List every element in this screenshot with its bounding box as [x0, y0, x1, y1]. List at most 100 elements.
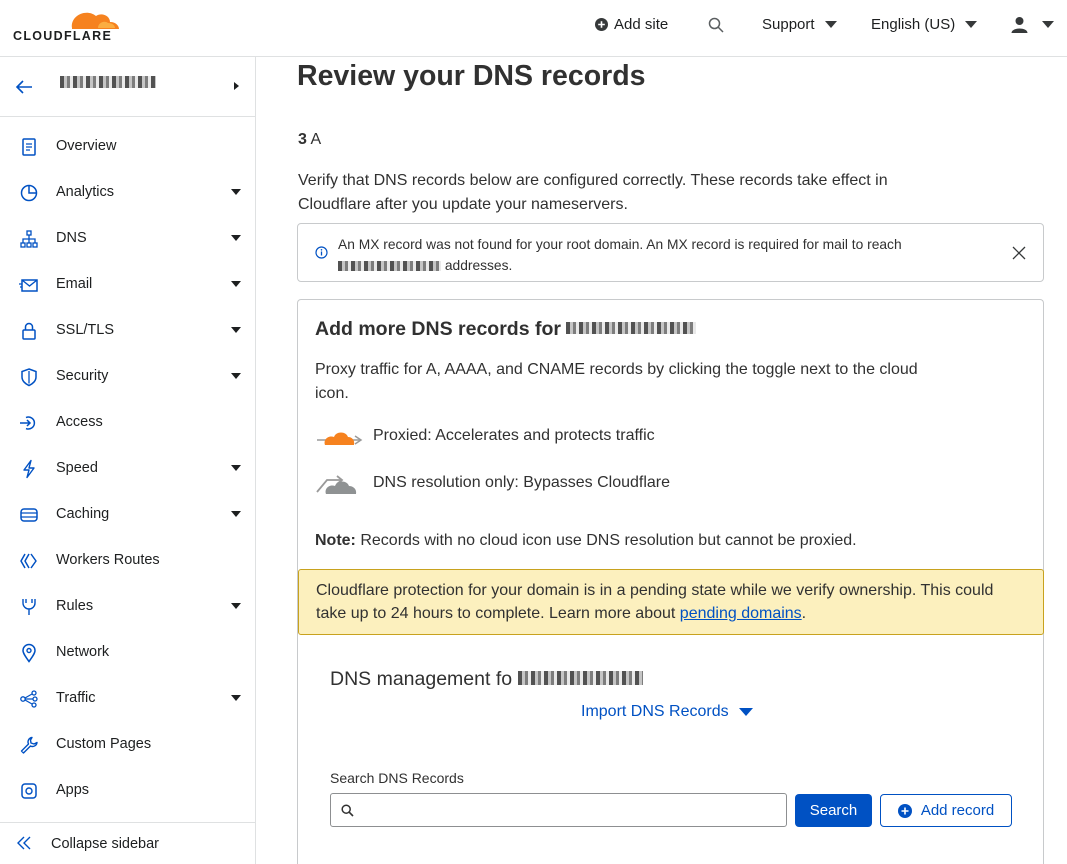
support-label: Support: [762, 16, 815, 33]
apps-icon: [21, 783, 37, 799]
warning-message: Cloudflare protection for your domain is…: [316, 582, 994, 622]
domain-redacted: [517, 671, 643, 685]
plus-circle-icon: [897, 803, 912, 818]
sidebar-item-workers-routes[interactable]: Workers Routes: [0, 540, 255, 580]
sidebar-item-label: Rules: [56, 598, 94, 614]
sidebar-item-custom-pages[interactable]: Custom Pages: [0, 724, 255, 764]
sidebar-item-label: Security: [56, 368, 109, 384]
location-pin-icon: [22, 643, 36, 663]
chevron-down-icon: [231, 327, 241, 333]
chevron-down-icon: [231, 603, 241, 609]
chevron-down-icon: [231, 373, 241, 379]
add-record-label: Add record: [920, 802, 995, 819]
arrow-left-icon[interactable]: [15, 79, 33, 95]
sidebar-item-network[interactable]: Network: [0, 632, 255, 672]
chevron-down-icon: [231, 281, 241, 287]
plus-circle-icon: [595, 18, 608, 31]
sidebar-item-security[interactable]: Security: [0, 356, 255, 396]
notice-line-2-suffix: addresses.: [444, 258, 513, 273]
clipboard-icon: [22, 138, 36, 156]
search-dns-label: Search DNS Records: [330, 770, 464, 786]
info-icon: [315, 246, 328, 259]
dns-management-prefix: DNS management fo: [330, 668, 513, 690]
sidebar-item-apps[interactable]: Apps: [0, 770, 255, 810]
envelope-icon: [19, 279, 38, 292]
notice-text: An MX record was not found for your root…: [338, 234, 988, 276]
lightning-icon: [23, 459, 35, 479]
search-icon: [341, 804, 354, 817]
sidebar-item-ssl-tls[interactable]: SSL/TLS: [0, 310, 255, 350]
step-indicator: 3 A: [298, 131, 321, 149]
collapse-sidebar-label: Collapse sidebar: [51, 836, 160, 852]
language-label: English (US): [871, 16, 956, 33]
fork-icon: [22, 599, 36, 615]
sidebar-item-access[interactable]: Access: [0, 402, 255, 442]
pie-chart-icon: [20, 184, 38, 202]
search-icon-button[interactable]: [708, 17, 724, 33]
account-switcher[interactable]: [0, 57, 255, 117]
user-icon: [1011, 17, 1028, 33]
step-letter: A: [310, 131, 322, 148]
card-title-prefix: Add more DNS records for: [315, 318, 561, 340]
sidebar-item-label: Overview: [56, 138, 117, 154]
page-description: Verify that DNS records below are config…: [298, 172, 888, 213]
dns-management-title: DNS management fo: [330, 668, 643, 691]
step-number: 3: [298, 131, 307, 148]
lock-icon: [22, 322, 36, 340]
sidebar-item-analytics[interactable]: Analytics: [0, 172, 255, 212]
sidebar-item-label: Email: [56, 276, 93, 292]
language-menu[interactable]: English (US): [871, 16, 978, 33]
access-icon: [20, 416, 36, 430]
import-dns-records-button[interactable]: Import DNS Records: [581, 703, 753, 721]
warning-text: Cloudflare protection for your domain is…: [316, 579, 1016, 625]
traffic-icon: [20, 690, 38, 708]
sidebar-item-label: Network: [56, 644, 110, 660]
sidebar-item-label: Speed: [56, 460, 98, 476]
sidebar-item-label: Traffic: [56, 690, 96, 706]
main-content: Review your DNS records 3 A Verify that …: [256, 57, 1067, 864]
chevron-down-icon: [738, 708, 753, 716]
sidebar-item-label: Caching: [56, 506, 110, 522]
chevron-down-icon: [231, 695, 241, 701]
domain-redacted: [338, 261, 441, 271]
domain-redacted: [566, 322, 697, 334]
orange-cloud-icon: [317, 432, 363, 445]
sidebar-item-label: SSL/TLS: [56, 322, 115, 338]
chevron-down-icon: [231, 511, 241, 517]
sidebar-item-traffic[interactable]: Traffic: [0, 678, 255, 718]
pending-warning: Cloudflare protection for your domain is…: [298, 569, 1044, 635]
pending-domains-link[interactable]: pending domains: [680, 605, 802, 622]
sidebar-item-label: Apps: [56, 782, 90, 798]
cloud-note: Note: Records with no cloud icon use DNS…: [315, 532, 857, 550]
sidebar-item-label: DNS: [56, 230, 87, 246]
search-dns-input[interactable]: [330, 793, 787, 827]
add-record-button[interactable]: Add record: [880, 794, 1012, 827]
sidebar-item-speed[interactable]: Speed: [0, 448, 255, 488]
search-button[interactable]: Search: [795, 794, 872, 827]
sidebar-item-rules[interactable]: Rules: [0, 586, 255, 626]
top-bar: CLOUDFLARE Add site Support English (US): [0, 0, 1067, 57]
sidebar-item-email[interactable]: Email: [0, 264, 255, 304]
sidebar-item-label: Analytics: [56, 184, 115, 200]
sidebar-item-caching[interactable]: Caching: [0, 494, 255, 534]
collapse-sidebar-button[interactable]: Collapse sidebar: [0, 822, 255, 864]
sidebar-item-label: Workers Routes: [56, 552, 160, 568]
card-title: Add more DNS records for: [315, 318, 697, 341]
add-site-button[interactable]: Add site: [595, 16, 668, 33]
account-name-redacted: [60, 76, 156, 88]
user-menu[interactable]: [1011, 16, 1054, 33]
sidebar: Overview Analytics DNS Email SSL/TLS Sec…: [0, 57, 256, 864]
sidebar-item-label: Access: [56, 414, 103, 430]
add-site-label: Add site: [614, 16, 669, 33]
workers-icon: [20, 553, 37, 569]
warning-end: .: [801, 605, 807, 622]
support-menu[interactable]: Support: [762, 16, 837, 33]
chevron-down-icon: [1042, 21, 1054, 28]
mx-record-notice: An MX record was not found for your root…: [297, 223, 1044, 282]
sidebar-item-dns[interactable]: DNS: [0, 218, 255, 258]
double-chevron-left-icon: [17, 836, 31, 850]
chevron-down-icon: [965, 21, 978, 28]
close-icon[interactable]: [1012, 246, 1026, 260]
note-label: Note:: [315, 532, 356, 549]
sidebar-item-overview[interactable]: Overview: [0, 126, 255, 166]
